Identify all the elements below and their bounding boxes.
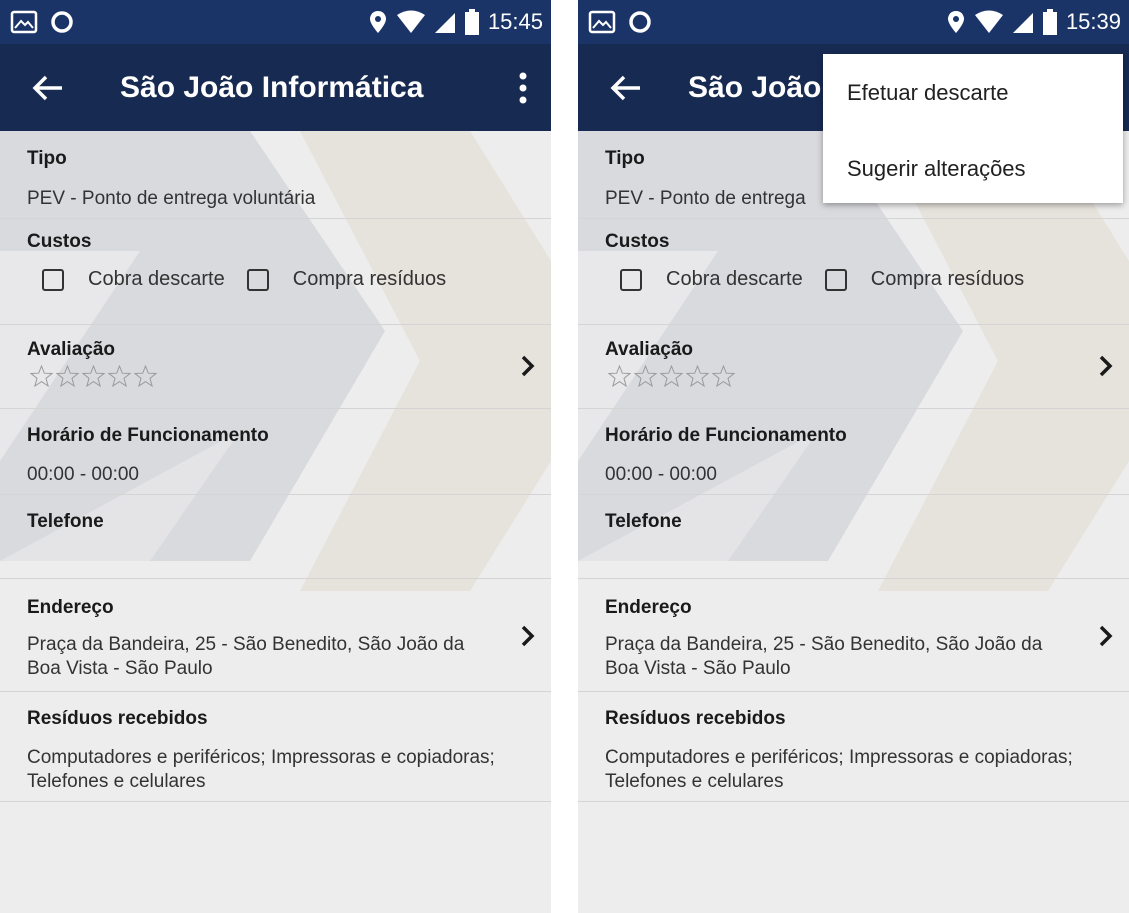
endereco-label: Endereço (27, 597, 114, 618)
horario-section: Horário de Funcionamento 00:00 - 00:00 (0, 409, 551, 495)
custos-label: Custos (605, 231, 670, 252)
custos-checkboxes: Cobra descarte Compra resíduos (620, 268, 1046, 291)
horario-value: 00:00 - 00:00 (27, 464, 139, 485)
custos-label: Custos (27, 231, 92, 252)
horario-label: Horário de Funcionamento (27, 425, 269, 446)
star-icon (108, 365, 131, 387)
compra-residuos-checkbox[interactable] (246, 268, 269, 291)
circle-notification-icon (51, 11, 73, 33)
tipo-section: Tipo PEV - Ponto de entrega voluntária (0, 131, 551, 219)
gallery-notification-icon (10, 10, 38, 34)
screen-right: 15:39 São João Tipo PEV - Ponto de entre… (578, 0, 1129, 913)
residuos-section: Resíduos recebidos Computadores e perifé… (0, 692, 551, 802)
star-icon (30, 365, 53, 387)
telefone-label: Telefone (27, 511, 104, 532)
rating-stars (30, 365, 157, 387)
residuos-value: Computadores e periféricos; Impressoras … (605, 747, 1073, 792)
custos-section: Custos Cobra descarte Compra resíduos (578, 219, 1129, 325)
details-list: Tipo PEV - Ponto de entrega voluntária C… (0, 131, 551, 802)
star-icon (634, 365, 657, 387)
screen-left: 15:45 São João Informática Tipo PEV - Po… (0, 0, 551, 913)
endereco-row[interactable]: Endereço Praça da Bandeira, 25 - São Ben… (578, 579, 1129, 692)
avaliacao-label: Avaliação (27, 339, 116, 360)
custos-checkboxes: Cobra descarte Compra resíduos (42, 268, 468, 291)
avaliacao-label: Avaliação (605, 339, 694, 360)
cobra-descarte-label: Cobra descarte (666, 268, 803, 290)
custos-section: Custos Cobra descarte Compra resíduos (0, 219, 551, 325)
back-arrow-icon[interactable] (28, 68, 68, 108)
page-title: São João Informática (120, 71, 424, 104)
tipo-label: Tipo (27, 148, 67, 169)
tipo-value: PEV - Ponto de entrega voluntária (27, 188, 316, 209)
telefone-section: Telefone (578, 495, 1129, 579)
cobra-descarte-checkbox[interactable] (620, 268, 642, 291)
compra-residuos-label: Compra resíduos (870, 268, 1025, 290)
horario-value: 00:00 - 00:00 (605, 464, 717, 485)
wifi-icon (396, 10, 425, 33)
battery-icon (464, 9, 479, 35)
menu-item-sugerir-alteracoes[interactable]: Sugerir alterações (847, 156, 1026, 182)
status-bar: 15:45 (0, 0, 551, 44)
back-arrow-icon[interactable] (606, 68, 646, 108)
residuos-label: Resíduos recebidos (605, 708, 786, 729)
avaliacao-row[interactable]: Avaliação (0, 325, 551, 409)
chevron-right-icon (521, 355, 535, 377)
chevron-right-icon (1099, 355, 1113, 377)
compra-residuos-checkbox[interactable] (824, 268, 847, 291)
endereco-row[interactable]: Endereço Praça da Bandeira, 25 - São Ben… (0, 579, 551, 692)
star-icon (608, 365, 631, 387)
app-bar: São João Informática (0, 44, 551, 131)
gallery-notification-icon (588, 10, 616, 34)
tipo-value: PEV - Ponto de entrega (605, 188, 806, 209)
horario-label: Horário de Funcionamento (605, 425, 847, 446)
circle-notification-icon (629, 11, 651, 33)
overflow-menu: Efetuar descarte Sugerir alterações (823, 54, 1123, 203)
location-icon (947, 11, 964, 33)
star-icon (712, 365, 735, 387)
more-options-icon[interactable] (503, 66, 543, 110)
residuos-value: Computadores e periféricos; Impressoras … (27, 747, 495, 792)
horario-section: Horário de Funcionamento 00:00 - 00:00 (578, 409, 1129, 495)
chevron-right-icon (521, 625, 535, 647)
location-icon (369, 11, 386, 33)
star-icon (82, 365, 105, 387)
cobra-descarte-checkbox[interactable] (42, 268, 64, 291)
tipo-label: Tipo (605, 148, 645, 169)
residuos-section: Resíduos recebidos Computadores e perifé… (578, 692, 1129, 802)
status-time: 15:45 (487, 9, 543, 34)
star-icon (686, 365, 709, 387)
cobra-descarte-label: Cobra descarte (88, 268, 225, 290)
status-bar: 15:39 (578, 0, 1129, 44)
menu-item-efetuar-descarte[interactable]: Efetuar descarte (847, 80, 1008, 106)
telefone-label: Telefone (605, 511, 682, 532)
residuos-label: Resíduos recebidos (27, 708, 208, 729)
endereco-label: Endereço (605, 597, 692, 618)
details-list: Tipo PEV - Ponto de entrega Custos Cobra… (578, 131, 1129, 802)
battery-icon (1042, 9, 1057, 35)
wifi-icon (974, 10, 1003, 33)
cell-signal-icon (434, 13, 455, 33)
telefone-section: Telefone (0, 495, 551, 579)
chevron-right-icon (1099, 625, 1113, 647)
avaliacao-row[interactable]: Avaliação (578, 325, 1129, 409)
rating-stars (608, 365, 735, 387)
endereco-value: Praça da Bandeira, 25 - São Benedito, Sã… (27, 634, 465, 679)
star-icon (56, 365, 79, 387)
endereco-value: Praça da Bandeira, 25 - São Benedito, Sã… (605, 634, 1043, 679)
star-icon (134, 365, 157, 387)
star-icon (660, 365, 683, 387)
compra-residuos-label: Compra resíduos (292, 268, 447, 290)
cell-signal-icon (1012, 13, 1033, 33)
page-title: São João (688, 71, 822, 104)
status-time: 15:39 (1065, 9, 1121, 34)
